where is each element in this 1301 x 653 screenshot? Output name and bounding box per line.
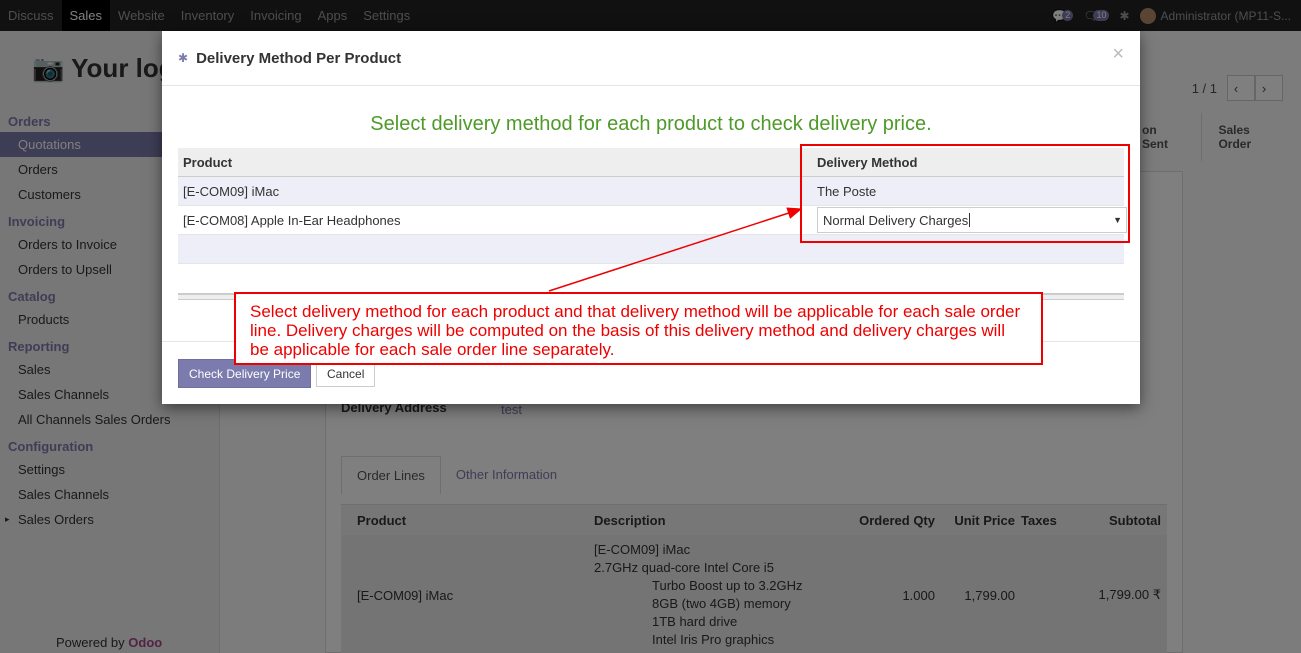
dialog-title: Delivery Method Per Product bbox=[196, 49, 402, 67]
annotation-note: Select delivery method for each product … bbox=[234, 292, 1043, 365]
cell-product: [E-COM08] Apple In-Ear Headphones bbox=[183, 212, 401, 228]
bug-icon: ✱ bbox=[178, 51, 189, 65]
dialog-header: ✱ Delivery Method Per Product bbox=[162, 31, 1140, 86]
col-product: Product bbox=[183, 154, 233, 170]
close-icon[interactable]: × bbox=[1112, 43, 1124, 66]
highlight-box bbox=[800, 144, 1130, 243]
cell-product: [E-COM09] iMac bbox=[183, 183, 280, 199]
dialog-subtitle: Select delivery method for each product … bbox=[370, 113, 932, 135]
